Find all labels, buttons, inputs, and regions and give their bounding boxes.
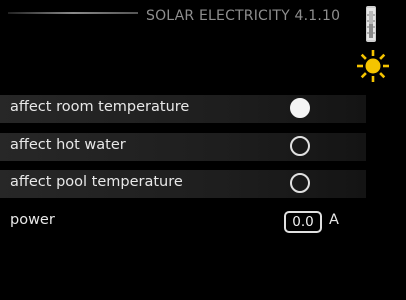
setting-row-affect-hot-water[interactable]: affect hot water [0, 133, 366, 161]
power-unit: A [329, 212, 339, 228]
setting-label: affect pool temperature [10, 174, 183, 190]
setting-label: power [10, 212, 55, 228]
setting-row-power[interactable]: power 0.0 A [0, 208, 366, 236]
affect-hot-water-radio[interactable] [290, 136, 310, 156]
affect-room-temperature-radio[interactable] [290, 98, 310, 118]
setting-label: affect room temperature [10, 99, 190, 115]
settings-screen: SOLAR ELECTRICITY 4.1.10 affect room tem… [0, 0, 406, 300]
power-value-field[interactable]: 0.0 [284, 211, 322, 233]
affect-pool-temperature-radio[interactable] [290, 173, 310, 193]
thermometer-icon [366, 6, 376, 42]
setting-label: affect hot water [10, 137, 126, 153]
setting-row-affect-pool-temperature[interactable]: affect pool temperature [0, 170, 366, 198]
header-divider [8, 12, 138, 14]
setting-row-affect-room-temperature[interactable]: affect room temperature [0, 95, 366, 123]
page-title: SOLAR ELECTRICITY 4.1.10 [146, 8, 341, 24]
sun-icon [357, 50, 389, 82]
